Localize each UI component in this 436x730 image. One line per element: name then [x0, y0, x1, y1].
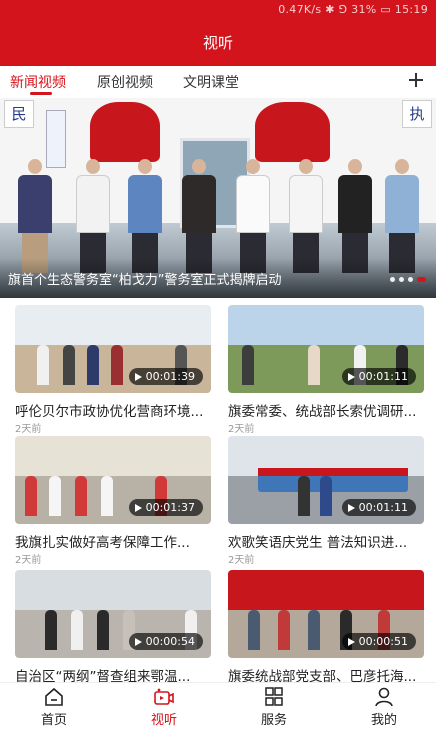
duration-badge: 00:00:54 — [128, 633, 203, 650]
video-thumbnail: 00:01:39 — [15, 305, 211, 393]
play-icon — [134, 637, 142, 646]
play-icon — [134, 503, 142, 512]
video-thumbnail: 00:00:54 — [15, 570, 211, 658]
video-title: 我旗扎实做好高考保障工作... — [15, 535, 190, 551]
nav-label: 我的 — [370, 713, 397, 728]
video-time: 2天前 — [15, 424, 42, 435]
video-card[interactable]: 00:01:39 呼伦贝尔市政协优化营商环境... 2天前 — [15, 305, 211, 435]
banner-sign-right: 执 — [402, 100, 432, 128]
page-title: 视听 — [202, 34, 233, 52]
video-card[interactable]: 00:01:11 旗委常委、统战部长索优调研... 2天前 — [228, 305, 424, 435]
video-card[interactable]: 00:01:11 欢歌笑语庆党生 普法知识进... 2天前 — [228, 436, 424, 566]
duration-badge: 00:01:11 — [341, 499, 416, 516]
duration-badge: 00:01:11 — [341, 368, 416, 385]
video-card[interactable]: 00:00:54 自治区“两纲”督查组来鄂温... — [15, 570, 211, 700]
video-time: 2天前 — [228, 424, 255, 435]
video-time: 2天前 — [228, 555, 255, 566]
video-title: 呼伦贝尔市政协优化营商环境... — [15, 404, 204, 420]
video-card[interactable]: 00:01:37 我旗扎实做好高考保障工作... 2天前 — [15, 436, 211, 566]
duration-badge: 00:01:39 — [128, 368, 203, 385]
featured-banner[interactable]: 民 执 旗首个生态警务室“柏戈力”警务室正式揭牌启动 — [0, 98, 436, 298]
nav-service[interactable]: 服务 — [244, 687, 304, 728]
video-title: 旗委常委、统战部长索优调研... — [228, 404, 417, 420]
nav-label: 服务 — [260, 713, 287, 728]
status-bar: 0.47K/s ✱ ⅁ 31% ▭ 15:19 — [278, 3, 428, 16]
carousel-dot[interactable] — [408, 277, 413, 282]
nav-home[interactable]: 首页 — [24, 687, 84, 728]
nav-profile[interactable]: 我的 — [354, 687, 414, 728]
banner-sign-left: 民 — [4, 100, 34, 128]
category-tabs: 新闻视频 原创视频 文明课堂 — [0, 66, 436, 98]
red-drape — [90, 102, 160, 162]
carousel-dot[interactable] — [399, 277, 404, 282]
video-title: 欢歌笑语庆党生 普法知识进... — [228, 535, 408, 551]
grid-icon — [263, 687, 285, 707]
duration-badge: 00:01:37 — [128, 499, 203, 516]
plus-icon[interactable] — [406, 66, 426, 94]
carousel-indicator — [390, 277, 426, 282]
tab-news-video[interactable]: 新闻视频 — [10, 72, 66, 92]
play-icon — [134, 372, 142, 381]
active-tab-indicator — [30, 92, 52, 95]
home-icon — [43, 687, 65, 707]
play-icon — [347, 637, 355, 646]
duration-badge: 00:00:51 — [341, 633, 416, 650]
red-drape — [255, 102, 330, 162]
app-header: 0.47K/s ✱ ⅁ 31% ▭ 15:19 视听 — [0, 0, 436, 66]
carousel-dot[interactable] — [390, 277, 395, 282]
video-thumbnail: 00:00:51 — [228, 570, 424, 658]
video-thumbnail: 00:01:11 — [228, 436, 424, 524]
video-thumbnail: 00:01:11 — [228, 305, 424, 393]
tab-original-video[interactable]: 原创视频 — [97, 72, 153, 92]
video-card[interactable]: 00:00:51 旗委统战部党支部、巴彦托海... — [228, 570, 424, 700]
video-time: 2天前 — [15, 555, 42, 566]
user-icon — [373, 687, 395, 707]
nav-label: 视听 — [150, 713, 177, 728]
tab-civilization-class[interactable]: 文明课堂 — [183, 72, 239, 92]
video-thumbnail: 00:01:37 — [15, 436, 211, 524]
play-icon — [347, 503, 355, 512]
banner-caption: 旗首个生态警务室“柏戈力”警务室正式揭牌启动 — [8, 273, 282, 288]
bottom-navigation: 首页 视听 服务 我的 — [0, 682, 436, 730]
nav-label: 首页 — [40, 713, 67, 728]
play-icon — [347, 372, 355, 381]
video-icon — [153, 687, 175, 707]
nav-video[interactable]: 视听 — [134, 687, 194, 728]
carousel-dot-active[interactable] — [417, 277, 426, 282]
